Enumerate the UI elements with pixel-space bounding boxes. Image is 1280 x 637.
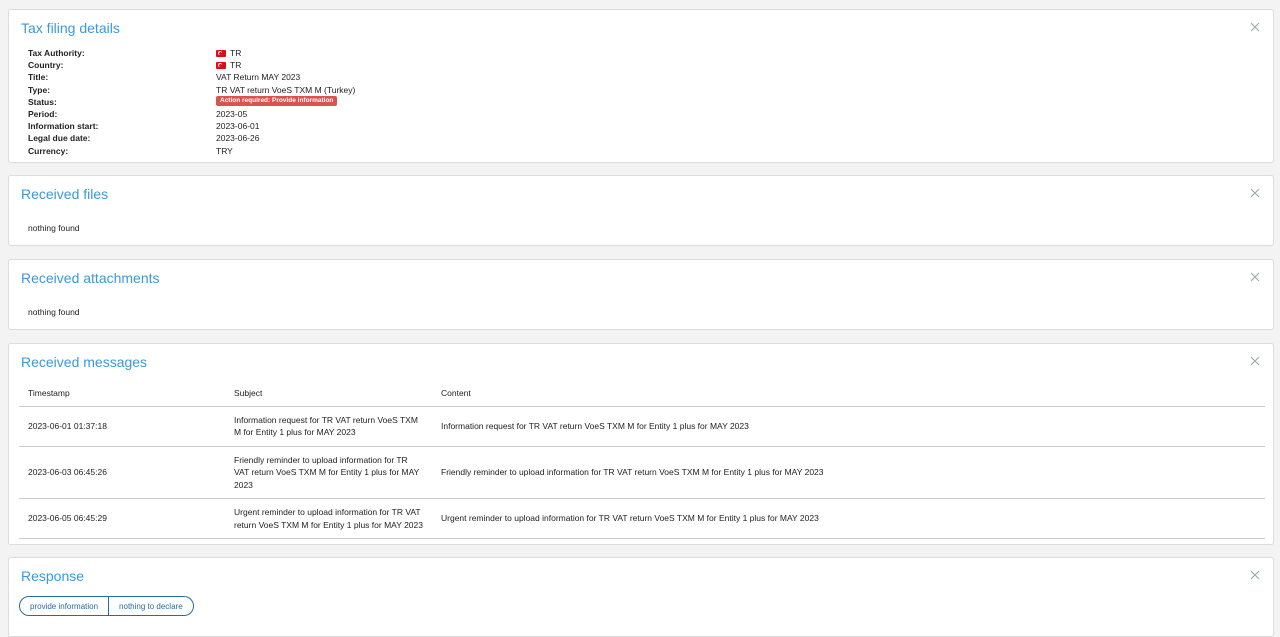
detail-label: Period:: [28, 108, 58, 119]
panel-title: Received attachments: [21, 270, 160, 286]
detail-label: Country:: [28, 60, 64, 71]
status-badge: Action required: Provide information: [216, 95, 338, 106]
close-icon[interactable]: [1249, 355, 1261, 367]
detail-label: Tax Authority:: [28, 48, 85, 58]
cell-timestamp: 2023-06-05 06:45:29: [19, 498, 225, 539]
detail-value: TRY: [216, 145, 233, 157]
received-files-panel: Received files nothing found: [8, 175, 1274, 246]
nothing-to-declare-button[interactable]: nothing to declare: [109, 596, 194, 616]
detail-value-text: 2023-06-26: [216, 133, 260, 144]
table-row[interactable]: 2023-06-03 06:45:26 Friendly reminder to…: [19, 446, 1265, 499]
received-attachments-panel: Received attachments nothing found: [8, 259, 1274, 330]
detail-label: Type:: [28, 84, 51, 95]
table-row[interactable]: 2023-06-05 06:45:29 Urgent reminder to u…: [19, 498, 1265, 539]
panel-title: Received messages: [21, 354, 148, 370]
messages-table: Timestamp Subject Content 2023-06-01 01:…: [19, 381, 1265, 539]
detail-label: Information start:: [28, 121, 99, 132]
detail-value-text: TR: [230, 60, 242, 71]
detail-label: Legal due date:: [28, 133, 91, 144]
detail-value: 2023-06-01: [216, 120, 259, 132]
turkey-flag-icon: [216, 49, 226, 57]
provide-information-button[interactable]: provide information: [19, 596, 110, 616]
detail-value: TR VAT return VoeS TXM M (Turkey): [216, 84, 355, 96]
panel-title: Tax filing details: [21, 20, 120, 36]
detail-value-text: VAT Return MAY 2023: [216, 72, 301, 83]
tax-filing-details-panel: Tax filing details Tax Authority: TR Count…: [8, 9, 1274, 163]
detail-value: 2023-06-26: [216, 132, 259, 144]
cell-subject: Information request for TR VAT return Vo…: [225, 406, 432, 447]
received-messages-panel: Received messages Timestamp Subject Cont…: [8, 343, 1274, 545]
column-header-timestamp[interactable]: Timestamp: [19, 381, 225, 407]
turkey-flag-icon: [216, 61, 226, 69]
response-panel: Response provide information nothing to …: [8, 557, 1274, 637]
detail-value: VAT Return MAY 2023: [216, 71, 300, 83]
detail-label: Status:: [28, 96, 57, 107]
cell-content: Information request for TR VAT return Vo…: [432, 406, 1265, 447]
cell-subject: Urgent reminder to upload information fo…: [225, 498, 432, 539]
close-icon[interactable]: [1249, 21, 1261, 33]
column-header-content[interactable]: Content: [432, 381, 1265, 407]
detail-value-text: TRY: [216, 145, 233, 156]
detail-value: Action required: Provide information: [216, 95, 338, 106]
detail-value-text: TR VAT return VoeS TXM M (Turkey): [216, 84, 356, 95]
response-button-group: provide information nothing to declare: [19, 596, 194, 616]
cell-timestamp: 2023-06-01 01:37:18: [19, 406, 225, 447]
cell-content: Friendly reminder to upload information …: [432, 446, 1265, 499]
cell-subject: Friendly reminder to upload information …: [225, 446, 432, 499]
empty-text: nothing found: [28, 307, 80, 317]
panel-title: Received files: [21, 186, 109, 202]
detail-value-text: 2023-06-01: [216, 121, 260, 132]
panel-title: Response: [21, 568, 85, 584]
detail-value: TR: [216, 47, 241, 59]
detail-label: Currency:: [28, 145, 69, 156]
column-header-subject[interactable]: Subject: [225, 381, 432, 407]
detail-value-text: 2023-05: [216, 108, 248, 119]
close-icon[interactable]: [1249, 187, 1261, 199]
empty-text: nothing found: [28, 223, 80, 233]
detail-label: Title:: [28, 72, 49, 83]
detail-value-text: TR: [230, 48, 242, 58]
table-row[interactable]: 2023-06-01 01:37:18 Information request …: [19, 406, 1265, 447]
cell-timestamp: 2023-06-03 06:45:26: [19, 446, 225, 499]
detail-value: TR: [216, 59, 241, 71]
close-icon[interactable]: [1249, 271, 1261, 283]
detail-value: 2023-05: [216, 108, 247, 120]
table-header-row: Timestamp Subject Content: [19, 381, 1265, 407]
cell-content: Urgent reminder to upload information fo…: [432, 498, 1265, 539]
close-icon[interactable]: [1249, 569, 1261, 581]
